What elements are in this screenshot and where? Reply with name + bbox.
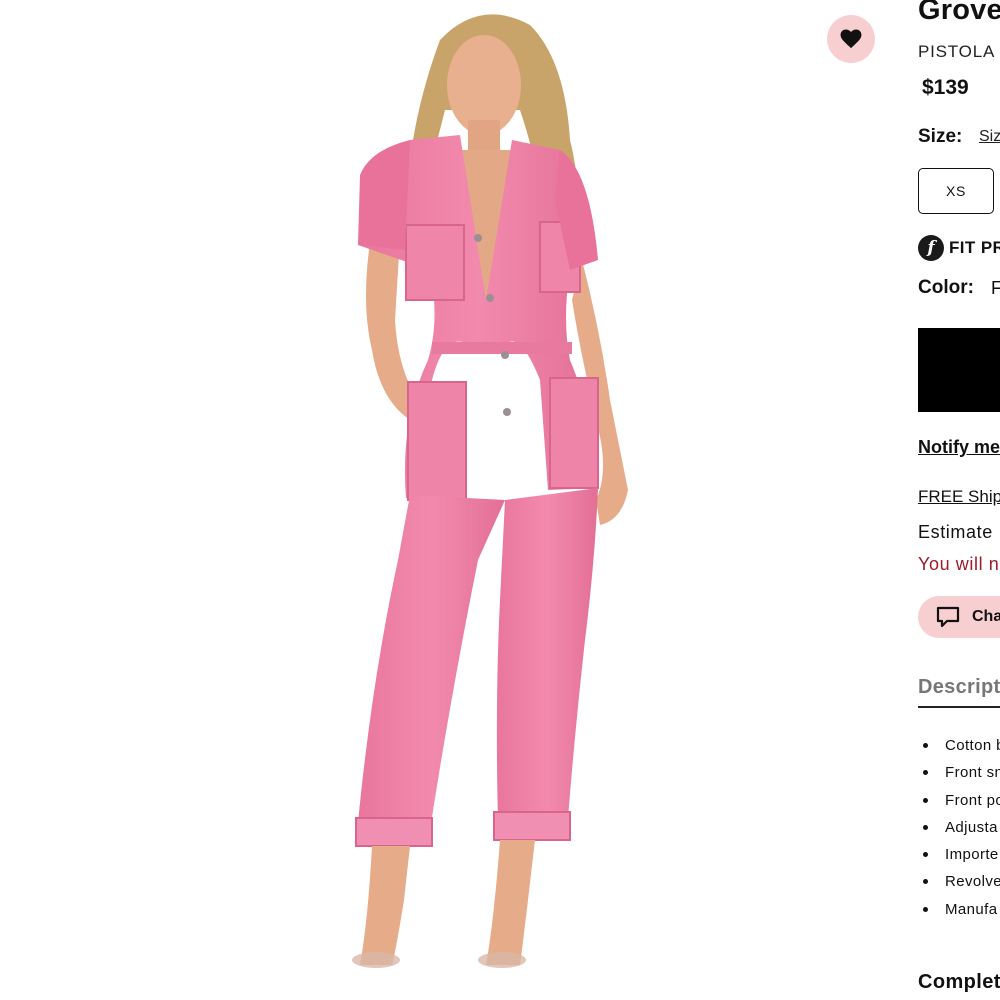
notify-me-link[interactable]: Notify me	[918, 437, 1000, 458]
list-item: Manufa	[918, 901, 1000, 928]
delivery-estimate-text: Estimate	[918, 522, 993, 542]
list-item: Cotton b	[918, 737, 1000, 764]
description-item-text: Importe	[945, 846, 999, 864]
fit-predictor-icon: f	[918, 235, 944, 261]
free-shipping-link[interactable]: FREE Ship	[918, 487, 1000, 507]
description-tab-underline	[918, 706, 1000, 708]
model-wearing-jumpsuit-illustration	[352, 14, 628, 968]
size-option-xs[interactable]: XS	[918, 168, 994, 214]
description-tab[interactable]: Descript	[918, 676, 1000, 699]
list-item: Adjusta	[918, 819, 1000, 846]
description-item-text: Front po	[945, 791, 1000, 809]
complete-the-look-heading: Complet	[918, 971, 1000, 993]
description-item-text: Front sn	[945, 764, 1000, 782]
color-label: Color:	[918, 277, 974, 298]
description-list: Cotton b Front sn Front po Adjusta Impor…	[918, 737, 1000, 928]
color-value: F	[991, 278, 1000, 298]
description-item-text: Revolve	[945, 873, 1000, 891]
list-item: Front po	[918, 792, 1000, 819]
description-item-text: Adjusta	[945, 818, 998, 836]
add-to-bag-button[interactable]	[918, 328, 1000, 412]
heart-icon	[840, 29, 862, 49]
description-item-text: Manufa	[945, 900, 998, 918]
chat-icon	[936, 606, 960, 628]
delivery-notice-text: You will n	[918, 554, 1000, 574]
product-image[interactable]	[0, 0, 900, 1000]
chat-label: Cha	[972, 608, 1000, 625]
brand-name[interactable]: PISTOLA	[918, 42, 995, 62]
description-item-text: Cotton b	[945, 737, 1000, 754]
list-item: Importe	[918, 846, 1000, 873]
chat-button[interactable]: Cha	[918, 596, 1000, 638]
list-item: Revolve	[918, 873, 1000, 900]
product-price: $139	[922, 76, 969, 99]
wishlist-button[interactable]	[827, 15, 875, 63]
product-info-panel: Grove PISTOLA $139 Size: Siz XS f FIT PR…	[918, 0, 1000, 1000]
fit-predictor-link[interactable]: FIT PR	[949, 238, 1000, 258]
list-item: Front sn	[918, 764, 1000, 791]
size-guide-link[interactable]: Siz	[979, 128, 1000, 146]
size-label: Size:	[918, 126, 963, 147]
product-title: Grove	[918, 0, 1000, 26]
